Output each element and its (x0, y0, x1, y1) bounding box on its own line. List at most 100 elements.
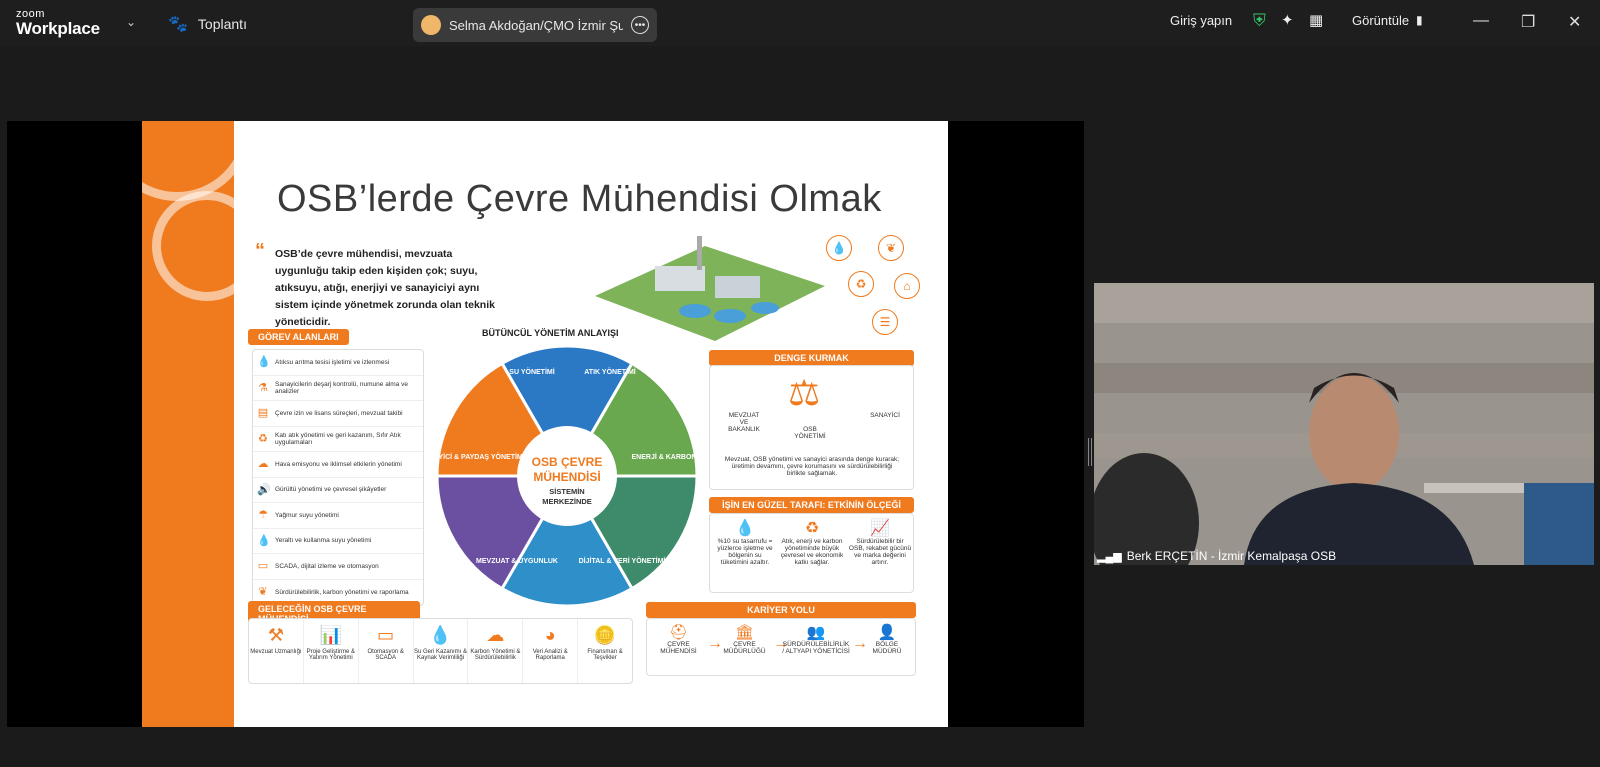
sparkle-icon[interactable]: ✦ (1281, 11, 1294, 29)
list-item-text: Gürültü yönetimi ve çevresel şikâyetler (275, 486, 387, 494)
kariyer-label: BÖLGE MÜDÜRÜ (872, 641, 902, 655)
gelecek-item: ☁ Karbon Yönetimi & Sürdürülebilirlik (468, 619, 524, 683)
leaf-icon: ❦ (878, 235, 904, 261)
view-button[interactable]: Görüntüle (1352, 13, 1409, 28)
monitor-icon: ▭ (377, 625, 395, 645)
chevron-down-icon[interactable]: ⌄ (126, 15, 136, 29)
wheel-center-line2: MÜHENDİSİ (533, 469, 600, 484)
signal-bars-icon: ▂▄▆ (1097, 550, 1122, 563)
gelecek-item: ▭ Otomasyon & SCADA (359, 619, 414, 683)
slide-quote: “ OSB’de çevre mühendisi, mevzuata uygun… (255, 241, 500, 331)
wheel-seg-enerji: ENERJİ & KARBON (632, 453, 697, 461)
gelecek-item: 🪙 Finansman & Teşvikler (578, 619, 632, 683)
wheel-seg-dijital: DİJİTAL & VERİ YÖNETİMİ (579, 556, 666, 565)
olcek-text: Sürdürülebilir bir OSB, rekabet gücünü v… (848, 538, 912, 566)
meeting-title-tab[interactable]: Selma Akdoğan/ÇMO İzmir Şube ••• (413, 8, 657, 42)
umbrella-icon: ☂ (258, 509, 268, 522)
quote-text: OSB’de çevre mühendisi, mevzuata uygunlu… (275, 248, 495, 328)
more-options-icon[interactable]: ••• (631, 16, 649, 34)
gelecek-label: Finansman & Teşvikler (587, 649, 623, 661)
list-item-text: Hava emisyonu ve iklimsel etkilerin yöne… (275, 460, 402, 468)
water-drop-icon: 💧 (826, 235, 852, 261)
list-item: ▭ SCADA, dijital izleme ve otomasyon (253, 554, 423, 580)
close-icon[interactable]: ✕ (1568, 12, 1581, 32)
document-icon: ▤ (257, 407, 269, 420)
zoom-logo: zoom Workplace (16, 9, 100, 38)
list-item: 💧 Atıksu arıtma tesisi işletimi ve izlenm… (253, 350, 423, 376)
wheel-seg-atik: ATIK YÖNETİMİ (584, 367, 636, 376)
brand-bottom: Workplace (16, 19, 100, 38)
manager-icon: 👤 (877, 624, 897, 641)
wheel-center-line1: OSB ÇEVRE (532, 455, 603, 469)
factory-icon: ⌂ (894, 273, 920, 299)
wheel-seg-mevzuat: MEVZUAT & UYGUNLUK (476, 558, 558, 565)
speaker-icon: 🔊 (257, 483, 271, 496)
meeting-label: Toplantı (197, 16, 247, 32)
list-item: 💧 Yeraltı ve kullanma suyu yönetimi (253, 529, 423, 554)
list-item-text: Atıksu arıtma tesisi işletimi ve izlenme… (275, 358, 390, 366)
splitter-handle[interactable] (1088, 438, 1092, 466)
olcek-title: İŞİN EN GÜZEL TARAFI: ETKİNİN ÖLÇEĞİ (709, 497, 914, 513)
restore-icon[interactable]: ❐ (1521, 12, 1535, 32)
flask-icon: ⚗ (258, 381, 268, 394)
gelecek-label: Veri Analizi & Raporlama (532, 649, 568, 661)
building-icon: 🏛 (734, 624, 755, 641)
presentation-slide: OSB’lerde Çevre Mühendisi Olmak “ OSB’de… (142, 121, 948, 727)
participant-video-frame (1094, 283, 1594, 565)
coins-icon: 🪙 (593, 625, 617, 645)
gelecek-label: Proje Geliştirme & Yatırım Yönetimi (306, 649, 355, 661)
management-wheel: OSB ÇEVRE MÜHENDİSİ SİSTEMİN MERKEZİNDE … (432, 344, 699, 608)
decor-ring (142, 121, 252, 201)
gelecek-label: Otomasyon & SCADA (367, 649, 404, 661)
kariyer-step: ⛑ ÇEVRE MÜHENDİSİ (651, 623, 706, 655)
growth-chart-icon: 📈 (870, 520, 890, 537)
olcek-text: Atık, enerji ve karbon yönetiminde büyük… (780, 538, 844, 566)
eco-icons-cluster: 💧 ❦ ♻ ⌂ ☰ (822, 231, 932, 341)
meeting-button[interactable]: 🐾 Toplantı (168, 14, 247, 34)
participant-name: Berk ERÇETİN - İzmir Kemalpaşa OSB (1126, 549, 1337, 563)
leaf-icon: ❦ (258, 586, 268, 599)
team-icon: 👥 (806, 624, 826, 641)
list-item-text: Sanayicilerin deşarj kontrolü, numune al… (275, 380, 408, 395)
olcek-item: 📈 Sürdürülebilir bir OSB, rekabet gücünü … (848, 518, 912, 566)
gorev-list: 💧 Atıksu arıtma tesisi işletimi ve izlenm… (252, 349, 424, 606)
cloud-icon: ☁ (257, 458, 269, 471)
kariyer-label: ÇEVRE MÜHENDİSİ (660, 641, 697, 655)
drop-icon: 💧 (257, 356, 271, 369)
drop-icon: 💧 (429, 625, 452, 645)
gavel-icon: ⚒ (267, 625, 284, 645)
view-layout-icon[interactable]: ▮ (1416, 13, 1423, 27)
gelecek-panel: ⚒ Mevzuat Uzmanlığı 📊 Proje Geliştirme & Y… (248, 618, 633, 684)
kariyer-step: 👤 BÖLGE MÜDÜRÜ (861, 623, 913, 655)
gelecek-item: ◕ Veri Analizi & Raporlama (523, 619, 579, 683)
signin-button[interactable]: Giriş yapın (1170, 13, 1232, 28)
participant-video[interactable] (1094, 283, 1594, 565)
minimize-icon[interactable]: — (1473, 12, 1489, 30)
gelecek-label: Su Geri Kazanımı & Kaynak Verimliliği (413, 649, 468, 661)
denge-mid: OSB YÖNETİMİ (794, 426, 826, 440)
paw-icon: 🐾 (168, 16, 188, 33)
gelecek-item: 💧 Su Geri Kazanımı & Kaynak Verimliliği (414, 619, 469, 683)
kariyer-step: 🏛 ÇEVRE MÜDÜRLÜĞÜ (717, 623, 772, 655)
list-item: ▤ Çevre izin ve lisans süreçleri, mevzuat… (253, 401, 423, 427)
olcek-text: %10 su tasarrufu = yüzlerce işletme ve b… (717, 538, 773, 566)
wheel-seg-su: SU YÖNETİMİ (509, 367, 554, 376)
shield-check-icon[interactable]: ⛨ (1253, 11, 1266, 31)
list-item: ⚗ Sanayicilerin deşarj kontrolü, numune a… (253, 376, 423, 401)
clipboard-icon: ☰ (872, 309, 898, 335)
title-bar: zoom Workplace ⌄ 🐾 Toplantı Selma Akdoğa… (0, 0, 1600, 46)
kariyer-panel: ⛑ ÇEVRE MÜHENDİSİ → 🏛 ÇEVRE MÜDÜRLÜĞÜ → 👥 S… (646, 618, 916, 676)
wheel-seg-sanayici: SANAYİCİ & PAYDAŞ YÖNETİMİ (432, 452, 525, 461)
denge-title: DENGE KURMAK (709, 350, 914, 366)
decor-ring (152, 191, 262, 301)
pie-chart-icon: ◕ (544, 625, 556, 645)
apps-grid-icon[interactable]: ▦ (1309, 11, 1323, 29)
kariyer-label: ÇEVRE MÜDÜRLÜĞÜ (723, 641, 766, 655)
drop-icon: 💧 (257, 534, 271, 547)
engineer-icon: ⛑ (668, 624, 689, 641)
gelecek-label: Mevzuat Uzmanlığı (250, 649, 302, 655)
list-item: 🔊 Gürültü yönetimi ve çevresel şikâyetler (253, 478, 423, 503)
list-item: ♻ Katı atık yönetimi ve geri kazanım, Sıf… (253, 427, 423, 452)
list-item-text: SCADA, dijital izleme ve otomasyon (275, 562, 379, 570)
wheel-center-line4: MERKEZİNDE (542, 497, 592, 506)
